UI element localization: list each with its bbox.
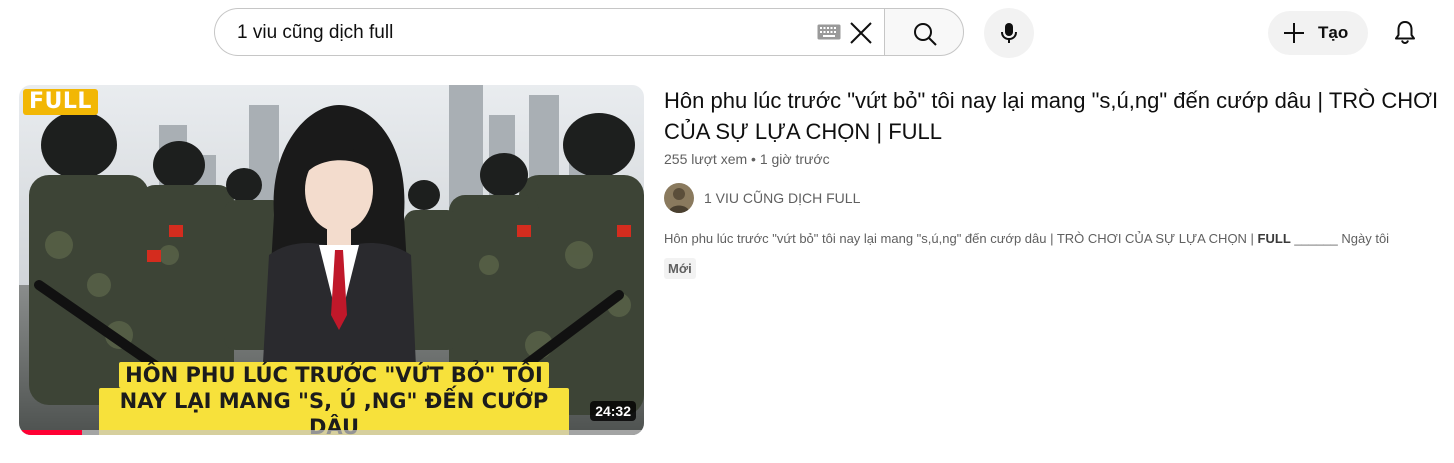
bell-icon: [1395, 21, 1415, 45]
watch-progress-bar: [19, 430, 644, 435]
plus-icon: [1284, 23, 1304, 43]
new-badge: Mới: [664, 258, 696, 279]
video-title[interactable]: Hôn phu lúc trước "vứt bỏ" tôi nay lại m…: [664, 85, 1454, 147]
search-icon: [914, 23, 937, 46]
create-label: Tạo: [1318, 23, 1349, 42]
search-box[interactable]: [214, 8, 884, 57]
avatar-image: [664, 183, 694, 213]
description-text: Hôn phu lúc trước "vứt bỏ" tôi nay lại m…: [664, 231, 1258, 246]
notifications-button[interactable]: [1385, 12, 1425, 52]
video-thumbnail[interactable]: FULL HÔN PHU LÚC TRƯỚC "VỨT BỎ" TÔI NAY …: [19, 85, 644, 435]
watch-progress-fill: [19, 430, 82, 435]
video-description: Hôn phu lúc trước "vứt bỏ" tôi nay lại m…: [664, 231, 1454, 246]
avatar[interactable]: [664, 183, 694, 213]
keyboard-icon[interactable]: [817, 24, 841, 40]
thumbnail-caption-line: NAY LẠI MANG "S, Ú ,NG" ĐẾN CƯỚP DÂU: [99, 388, 569, 435]
description-text-end: ______ Ngày tôi: [1290, 231, 1390, 246]
thumbnail-caption-line: HÔN PHU LÚC TRƯỚC "VỨT BỎ" TÔI: [119, 362, 549, 388]
upload-age: 1 giờ trước: [759, 151, 830, 167]
description-highlight: FULL: [1257, 231, 1291, 246]
channel-name[interactable]: 1 VIU CŨNG DỊCH FULL: [704, 190, 860, 206]
meta-separator: •: [751, 151, 756, 167]
close-icon: [850, 22, 872, 44]
full-badge: FULL: [23, 89, 98, 115]
video-metadata: 255 lượt xem • 1 giờ trước: [664, 151, 1454, 167]
create-button[interactable]: Tạo: [1268, 11, 1368, 55]
channel-link[interactable]: 1 VIU CŨNG DỊCH FULL: [664, 183, 1454, 213]
view-count: 255 lượt xem: [664, 151, 748, 167]
clear-search-button[interactable]: [845, 17, 877, 49]
thumbnail-caption: HÔN PHU LÚC TRƯỚC "VỨT BỎ" TÔI NAY LẠI M…: [99, 362, 569, 435]
top-bar: Tạo: [0, 0, 1454, 68]
search-input[interactable]: [235, 9, 809, 57]
search-button[interactable]: [884, 8, 964, 56]
mic-icon: [1001, 23, 1017, 43]
duration-badge: 24:32: [590, 401, 636, 421]
video-info: Hôn phu lúc trước "vứt bỏ" tôi nay lại m…: [664, 85, 1454, 279]
voice-search-button[interactable]: [984, 8, 1034, 58]
